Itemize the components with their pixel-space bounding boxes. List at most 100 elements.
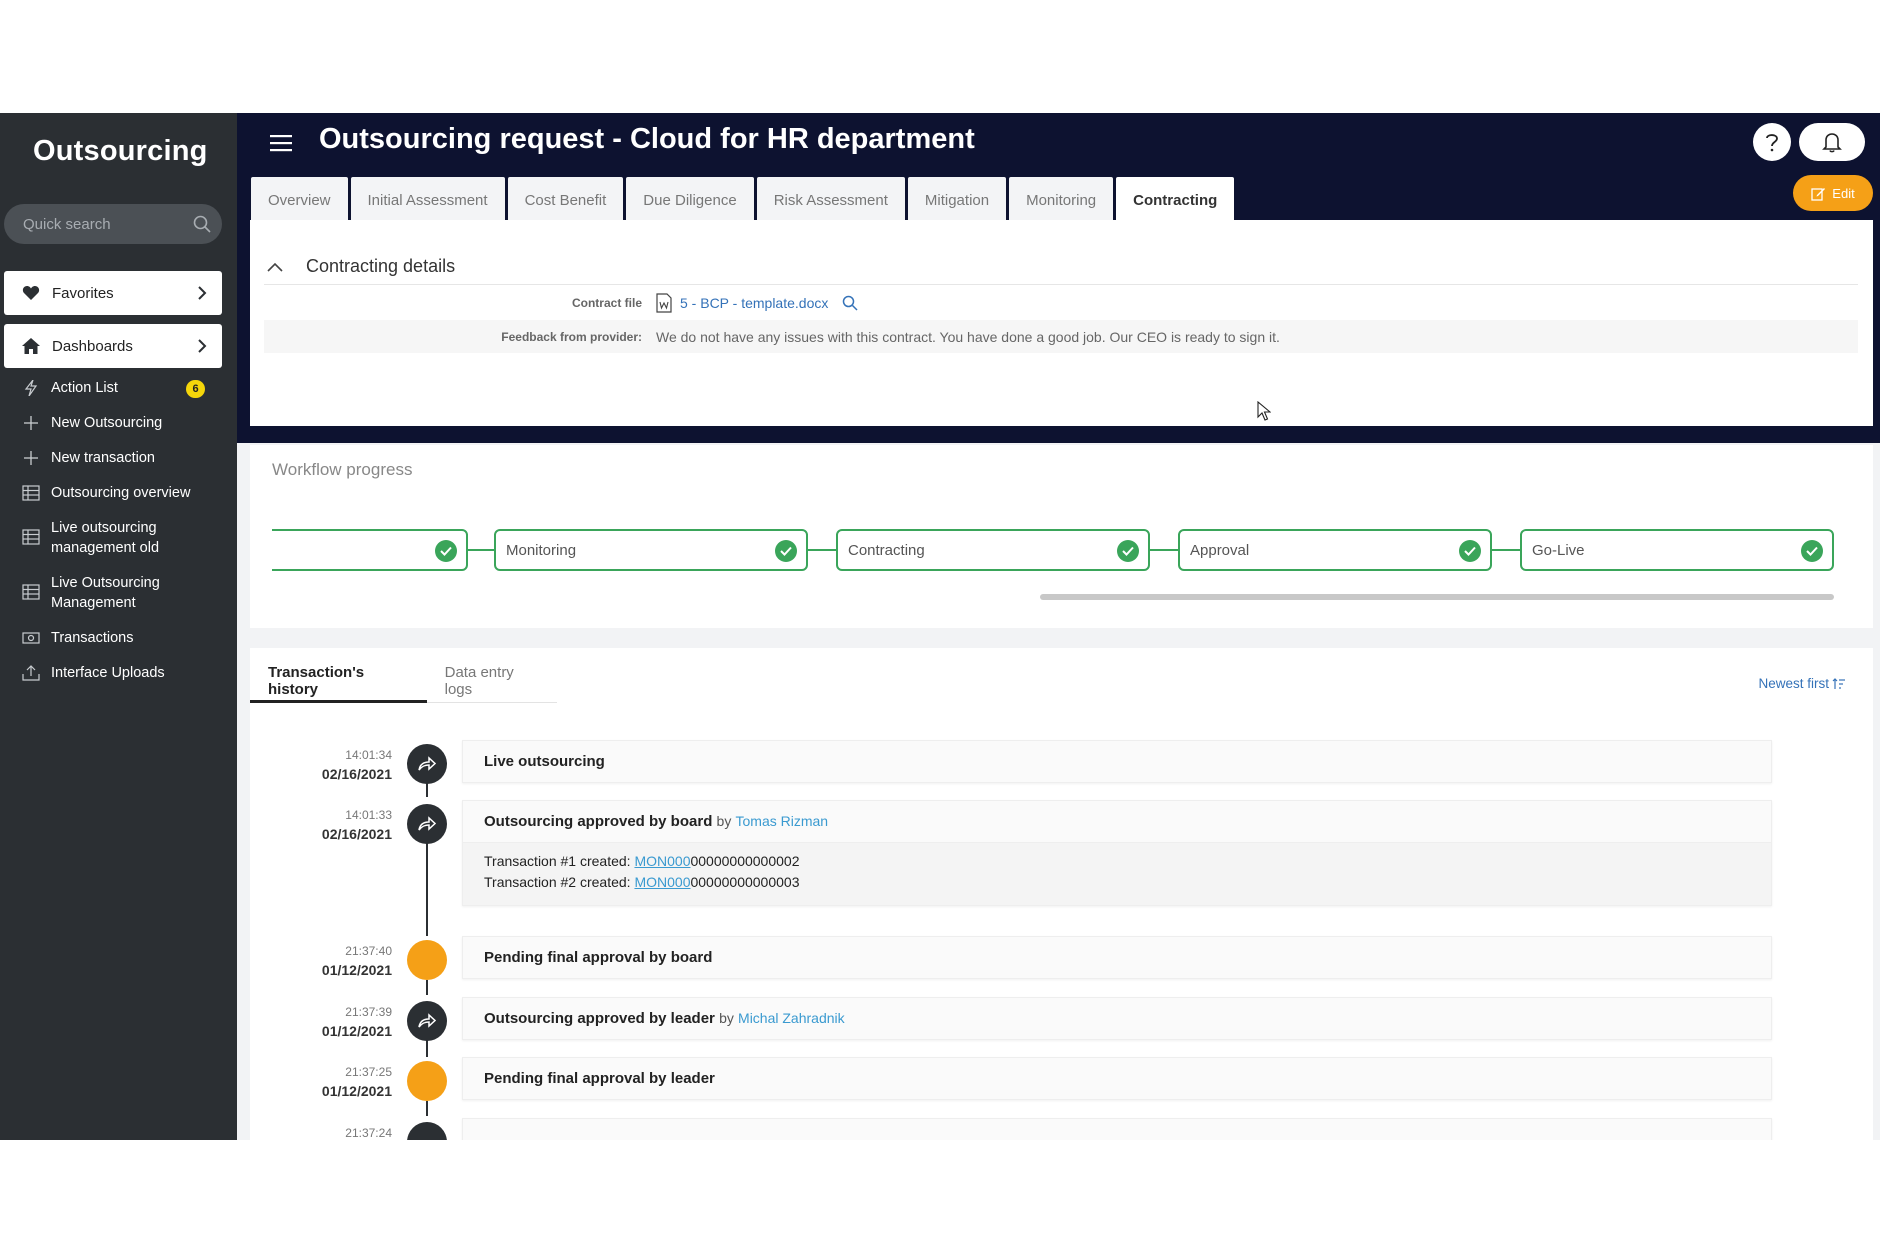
table-icon <box>22 529 40 545</box>
sort-toggle[interactable]: Newest first <box>1758 676 1846 691</box>
preview-search-icon[interactable] <box>842 295 858 311</box>
sidebar-item-new-transaction[interactable]: New transaction <box>0 448 237 468</box>
sidebar-item-label: Live Outsourcing Management <box>51 575 160 611</box>
transaction-link[interactable]: MON000 <box>634 853 690 869</box>
bolt-icon <box>24 380 38 396</box>
chevron-up-icon[interactable] <box>266 261 284 273</box>
upload-icon <box>22 665 40 681</box>
step-label: Contracting <box>848 541 925 559</box>
workflow-step-go-live[interactable]: Go-Live <box>1520 529 1834 571</box>
contracting-details-title: Contracting details <box>306 256 456 276</box>
check-icon <box>1117 540 1139 562</box>
feedback-value: We do not have any issues with this cont… <box>656 328 1280 345</box>
workflow-steps: Monitoring Contracting Approval Go-Live <box>272 529 1852 577</box>
tab-contracting[interactable]: Contracting <box>1116 177 1235 224</box>
entry-date: 01/12/2021 <box>321 1023 392 1039</box>
sidebar-item-transactions[interactable]: Transactions <box>0 628 237 648</box>
entry-title: Pending final approval by board <box>484 949 713 966</box>
pending-status-dot <box>407 940 447 980</box>
step-connector <box>808 549 836 551</box>
tab-initial-assessment[interactable]: Initial Assessment <box>350 177 505 224</box>
sidebar-item-label: New Outsourcing <box>51 415 163 431</box>
entry-user-link[interactable]: Tomas Rizman <box>736 813 829 829</box>
sort-icon <box>1832 677 1845 689</box>
entry-title: Pending final approval by leader <box>484 1070 715 1087</box>
action-count-badge: 6 <box>186 380 205 398</box>
entry-card: Outsourcing approved by leader by Michal… <box>462 997 1772 1040</box>
tab-due-diligence[interactable]: Due Diligence <box>626 177 754 224</box>
chevron-right-icon <box>198 286 207 300</box>
quick-search <box>4 204 222 244</box>
sidebar-item-label: Transactions <box>51 630 134 646</box>
timeline-connector <box>426 1101 428 1116</box>
timeline-connector <box>426 980 428 995</box>
entry-card: Live outsourcing <box>462 740 1772 783</box>
sidebar-nav: Action List 6 New Outsourcing New transa… <box>0 378 237 698</box>
transaction-line: Transaction #1 created: MON0000000000000… <box>484 851 1750 872</box>
workflow-title: Workflow progress <box>272 460 413 479</box>
workflow-scrollbar-thumb[interactable] <box>1040 594 1834 600</box>
history-tabs: Transaction's history Data entry logs <box>250 662 557 703</box>
entry-date: 01/12/2021 <box>321 1083 392 1099</box>
contract-file-link[interactable]: 5 - BCP - template.docx <box>680 295 828 311</box>
timeline-connector <box>426 1039 428 1057</box>
mouse-cursor-icon <box>1257 401 1271 421</box>
transaction-prefix: Transaction #2 created: <box>484 874 635 890</box>
check-icon <box>1801 540 1823 562</box>
sidebar: Outsourcing Favorites Dashboards Action … <box>0 113 237 1140</box>
step-label: Monitoring <box>506 541 577 559</box>
edit-button[interactable]: Edit <box>1793 175 1873 211</box>
transaction-link[interactable]: MON000 <box>634 874 690 890</box>
favorites-label: Favorites <box>52 284 114 302</box>
entry-title: Outsourcing approved by board <box>484 813 713 830</box>
notifications-button[interactable] <box>1799 123 1865 161</box>
sidebar-item-label: Action List <box>51 380 118 396</box>
question-icon <box>1766 134 1778 152</box>
sidebar-item-outsourcing-overview[interactable]: Outsourcing overview <box>0 483 237 503</box>
page-title: Outsourcing request - Cloud for HR depar… <box>319 123 975 155</box>
sidebar-item-new-outsourcing[interactable]: New Outsourcing <box>0 413 237 433</box>
entry-time: 21:37:24 <box>345 1126 392 1140</box>
entry-title: Live outsourcing <box>484 753 605 770</box>
contract-file-label: Contract file <box>571 295 642 310</box>
workflow-step[interactable] <box>272 529 468 571</box>
table-icon <box>22 584 40 600</box>
step-connector <box>468 549 494 551</box>
tab-overview[interactable]: Overview <box>251 177 348 224</box>
chevron-right-icon <box>198 339 207 353</box>
contract-file-row: Contract file 5 - BCP - template.docx <box>264 286 1858 319</box>
sidebar-item-interface-uploads[interactable]: Interface Uploads <box>0 663 237 683</box>
section-tabs: Overview Initial Assessment Cost Benefit… <box>251 177 1237 224</box>
entry-card <box>462 1118 1772 1140</box>
favorites-button[interactable]: Favorites <box>4 271 222 315</box>
pending-status-dot <box>407 1061 447 1101</box>
sidebar-item-live-outsourcing-management[interactable]: Live Outsourcing Management <box>0 573 171 613</box>
search-icon[interactable] <box>192 214 212 234</box>
tab-mitigation[interactable]: Mitigation <box>907 177 1007 224</box>
sidebar-item-action-list[interactable]: Action List 6 <box>0 378 237 398</box>
workflow-step-contracting[interactable]: Contracting <box>836 529 1150 571</box>
dashboards-button[interactable]: Dashboards <box>4 324 222 368</box>
entry-transactions: Transaction #1 created: MON0000000000000… <box>463 842 1771 905</box>
tab-cost-benefit[interactable]: Cost Benefit <box>507 177 624 224</box>
share-icon <box>407 744 447 784</box>
sidebar-item-live-outsourcing-old[interactable]: Live outsourcing management old <box>0 518 171 558</box>
tab-monitoring[interactable]: Monitoring <box>1009 177 1114 224</box>
entry-by: by <box>716 813 732 829</box>
workflow-step-monitoring[interactable]: Monitoring <box>494 529 808 571</box>
menu-icon[interactable] <box>270 133 292 153</box>
contracting-details-header[interactable]: Contracting details <box>266 256 455 277</box>
check-icon <box>1459 540 1481 562</box>
help-button[interactable] <box>1753 123 1791 161</box>
workflow-step-approval[interactable]: Approval <box>1178 529 1492 571</box>
entry-time: 21:37:40 <box>345 944 392 958</box>
check-icon <box>435 540 457 562</box>
home-icon <box>20 335 42 357</box>
quick-search-input[interactable] <box>21 214 185 234</box>
tab-transactions-history[interactable]: Transaction's history <box>250 662 427 703</box>
sidebar-item-label: Interface Uploads <box>51 665 165 681</box>
entry-card: Pending final approval by board <box>462 936 1772 979</box>
tab-risk-assessment[interactable]: Risk Assessment <box>756 177 905 224</box>
tab-data-entry-logs[interactable]: Data entry logs <box>427 662 557 700</box>
entry-user-link[interactable]: Michal Zahradnik <box>738 1010 845 1026</box>
